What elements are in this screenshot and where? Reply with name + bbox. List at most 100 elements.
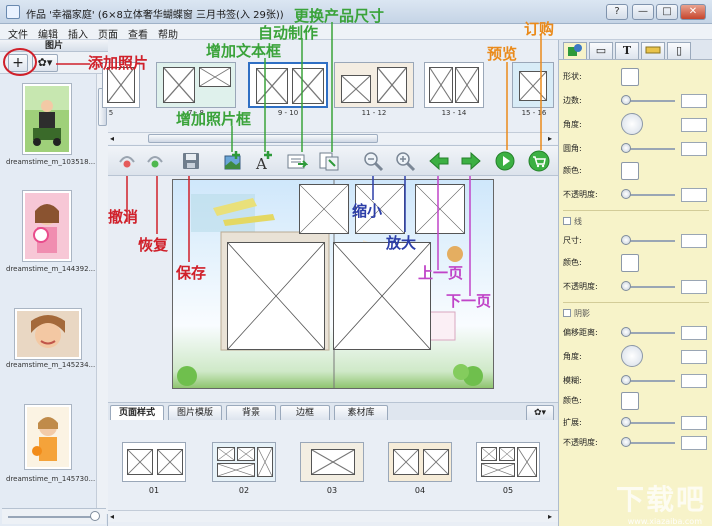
line-opacity-input[interactable] — [681, 280, 707, 294]
photo-size-slider[interactable] — [2, 508, 106, 524]
corner-slider[interactable] — [621, 143, 675, 153]
add-photo-frame-button[interactable] — [222, 150, 244, 172]
menu-insert[interactable]: 插入 — [68, 26, 88, 41]
tab-material-library[interactable]: 素材库 — [334, 405, 388, 420]
template-settings-icon[interactable]: ✿▾ — [526, 405, 554, 420]
previous-page-button[interactable] — [428, 150, 450, 172]
photo-thumbnail[interactable] — [22, 83, 72, 155]
save-button[interactable] — [180, 150, 202, 172]
spread-thumbnail[interactable] — [512, 62, 554, 108]
tab-photo-template[interactable]: 图片模版 — [168, 405, 222, 420]
line-size-input[interactable] — [681, 234, 707, 248]
photo-frame-placeholder[interactable] — [415, 184, 465, 234]
opacity-slider[interactable] — [621, 189, 675, 199]
spread-thumbnail-selected[interactable] — [248, 62, 328, 108]
menu-page[interactable]: 页面 — [98, 26, 118, 41]
menu-edit[interactable]: 编辑 — [38, 26, 58, 41]
shadow-offset-input[interactable] — [681, 326, 707, 340]
photo-frame-placeholder[interactable] — [227, 242, 325, 350]
photo-panel-scrollbar[interactable] — [96, 74, 108, 514]
change-size-button[interactable] — [318, 150, 340, 172]
shadow-opacity-input[interactable] — [681, 436, 707, 450]
shadow-blur-slider[interactable] — [621, 375, 675, 385]
minimize-button[interactable]: — — [632, 4, 654, 20]
photo-thumbnail[interactable] — [14, 308, 82, 360]
order-button[interactable] — [528, 150, 550, 172]
photo-settings-icon[interactable]: ✿▾ — [32, 54, 58, 72]
shadow-angle-input[interactable] — [681, 350, 707, 364]
shadow-checkbox[interactable] — [563, 309, 571, 317]
shadow-color-swatch[interactable] — [621, 392, 639, 410]
zoom-in-button[interactable] — [394, 150, 416, 172]
undo-button[interactable] — [116, 150, 138, 172]
shadow-offset-slider[interactable] — [621, 327, 675, 337]
shadow-opacity-slider[interactable] — [621, 437, 675, 447]
shadow-blur-input[interactable] — [681, 374, 707, 388]
menu-file[interactable]: 文件 — [8, 26, 28, 41]
opacity-input[interactable] — [681, 188, 707, 202]
photo-item[interactable]: dreamstime_m_145730... — [0, 402, 96, 492]
tab-page-style[interactable]: 页面样式 — [110, 405, 164, 420]
template-thumbnail[interactable] — [300, 442, 364, 482]
filmstrip-scroll-thumb[interactable] — [148, 134, 378, 143]
ruler-tab-icon[interactable] — [641, 42, 665, 59]
album-page-spread[interactable] — [172, 179, 494, 389]
add-photo-button[interactable]: + — [8, 54, 28, 72]
scroll-left-arrow-icon[interactable]: ◂ — [110, 134, 114, 143]
line-size-slider[interactable] — [621, 235, 675, 245]
shadow-spread-input[interactable] — [681, 416, 707, 430]
next-page-button[interactable] — [460, 150, 482, 172]
filmstrip-scrollbar[interactable]: ◂ ▸ — [108, 132, 558, 144]
line-checkbox[interactable] — [563, 217, 571, 225]
maximize-button[interactable]: □ — [656, 4, 678, 20]
help-button[interactable]: ? — [606, 4, 628, 20]
sides-slider[interactable] — [621, 95, 675, 105]
scroll-right-arrow-icon[interactable]: ▸ — [548, 512, 552, 521]
template-thumbnail[interactable] — [388, 442, 452, 482]
photo-thumbnail[interactable] — [24, 404, 72, 470]
close-button[interactable]: ✕ — [680, 4, 706, 20]
text-tab-icon[interactable]: T — [615, 42, 639, 59]
annotation-add-photo-frame: 增加照片框 — [176, 110, 252, 128]
shape-picker[interactable] — [621, 68, 639, 86]
corner-input[interactable] — [681, 142, 707, 156]
color-swatch[interactable] — [621, 162, 639, 180]
template-scrollbar[interactable]: ◂ ▸ — [108, 510, 558, 522]
frame-tab-icon[interactable]: ▭ — [589, 42, 613, 59]
preview-button[interactable] — [494, 150, 516, 172]
shadow-spread-slider[interactable] — [621, 417, 675, 427]
spread-thumbnail[interactable] — [334, 62, 414, 108]
spread-thumbnail[interactable] — [156, 62, 236, 108]
shadow-angle-dial[interactable] — [621, 345, 643, 367]
zoom-out-button[interactable] — [362, 150, 384, 172]
redo-button[interactable] — [144, 150, 166, 172]
menu-help[interactable]: 帮助 — [158, 26, 178, 41]
spread-thumbnail[interactable] — [424, 62, 484, 108]
shadow-section-header[interactable]: 阴影 — [563, 308, 590, 319]
photo-size-knob[interactable] — [90, 511, 100, 521]
photo-item[interactable]: dreamstime_m_145234... — [0, 308, 96, 393]
scroll-right-arrow-icon[interactable]: ▸ — [548, 134, 552, 143]
line-color-swatch[interactable] — [621, 254, 639, 272]
scroll-left-arrow-icon[interactable]: ◂ — [110, 512, 114, 521]
add-text-box-button[interactable]: A — [254, 150, 276, 173]
shape-tab-icon[interactable] — [563, 42, 587, 59]
photo-thumbnail[interactable] — [22, 190, 72, 262]
auto-make-button[interactable] — [286, 150, 309, 172]
photo-item[interactable]: dreamstime_m_103518... — [0, 80, 96, 166]
photo-frame-placeholder[interactable] — [299, 184, 349, 234]
angle-input[interactable] — [681, 118, 707, 132]
tab-background[interactable]: 背景 — [226, 405, 276, 420]
menu-view[interactable]: 查看 — [128, 26, 148, 41]
photo-item[interactable]: dreamstime_m_144392... — [0, 190, 96, 275]
line-section-header[interactable]: 线 — [563, 216, 582, 227]
line-opacity-slider[interactable] — [621, 281, 675, 291]
photo-frame-placeholder[interactable] — [333, 242, 431, 350]
sides-input[interactable] — [681, 94, 707, 108]
angle-dial[interactable] — [621, 113, 643, 135]
page-tab-icon[interactable]: ▯ — [667, 42, 691, 59]
template-thumbnail[interactable] — [122, 442, 186, 482]
tab-border[interactable]: 边框 — [280, 405, 330, 420]
template-thumbnail[interactable] — [212, 442, 276, 482]
template-thumbnail[interactable] — [476, 442, 540, 482]
